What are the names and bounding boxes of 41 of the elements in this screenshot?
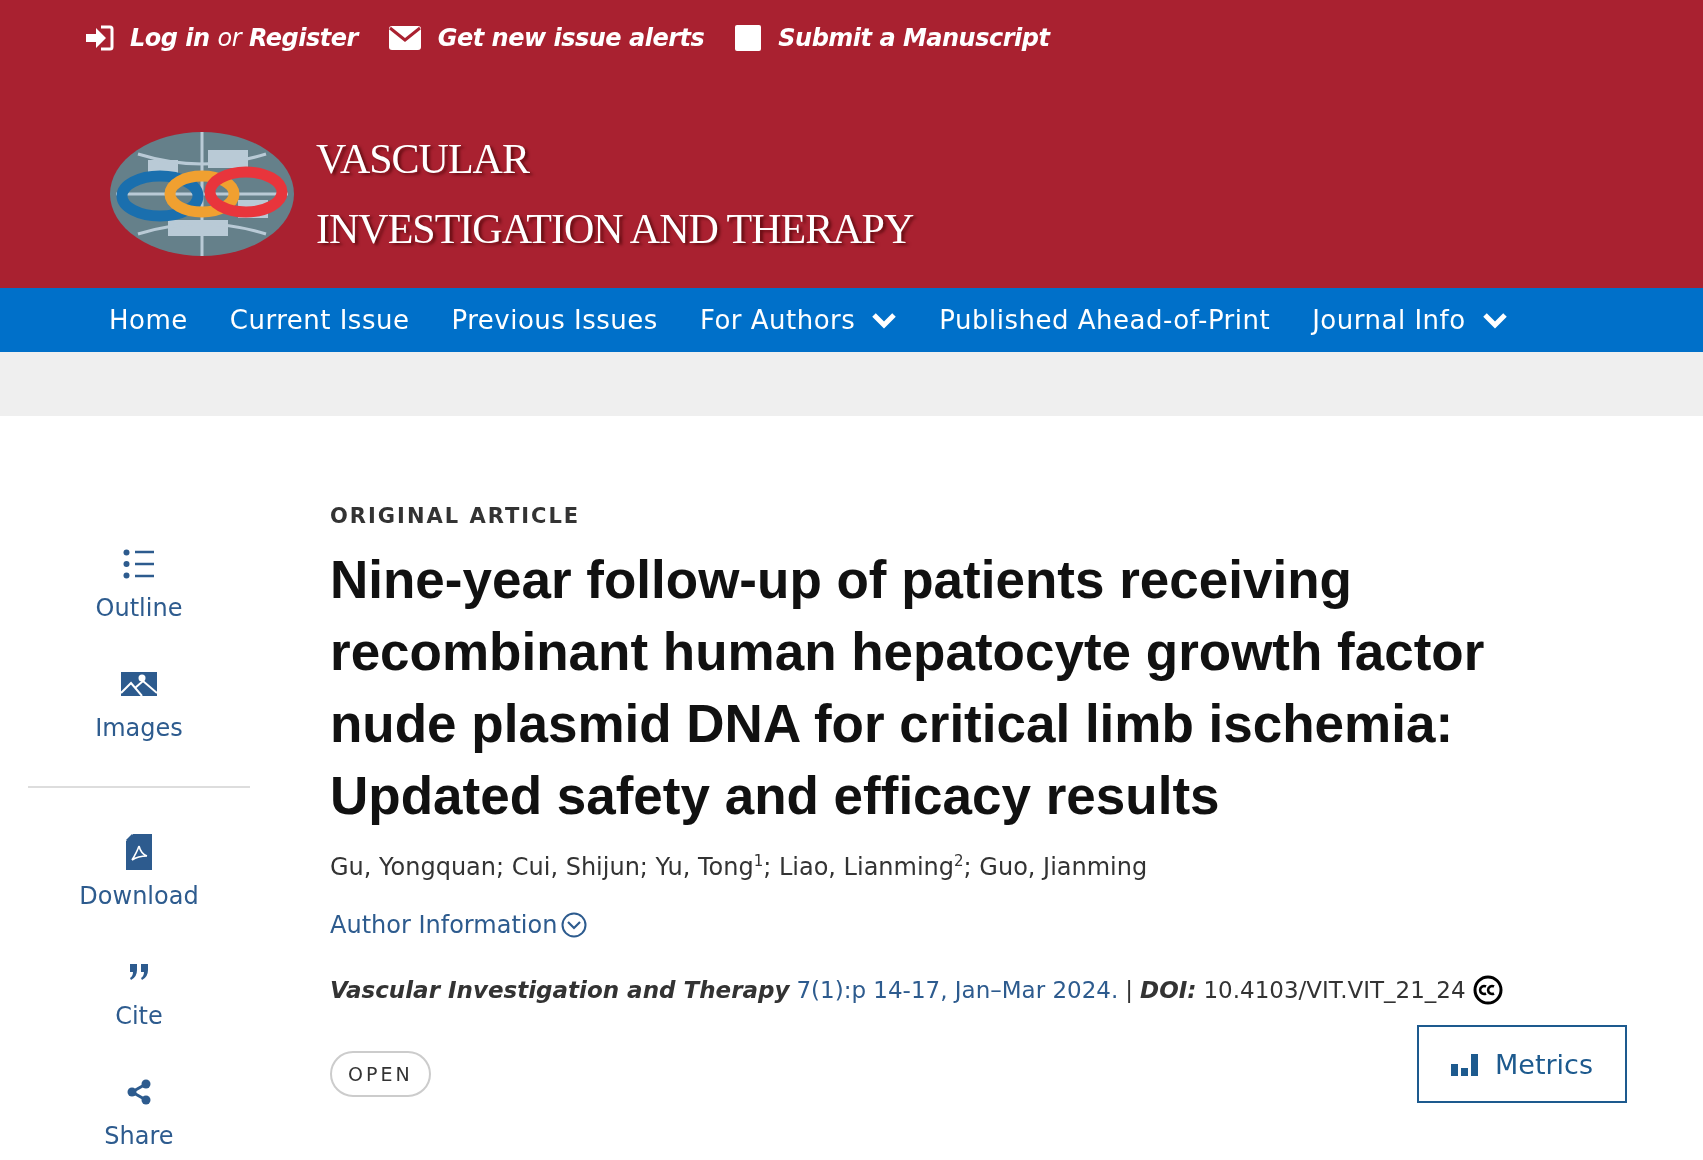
submit-manuscript-link[interactable]: Submit a Manuscript bbox=[778, 24, 1050, 52]
quote-icon bbox=[128, 964, 150, 980]
square-icon bbox=[734, 24, 763, 52]
logo-title: VASCULAR bbox=[316, 135, 531, 184]
metrics-button[interactable]: Metrics bbox=[1417, 1025, 1627, 1103]
register-link[interactable]: Register bbox=[248, 24, 358, 52]
image-icon bbox=[121, 672, 157, 696]
envelope-icon bbox=[387, 25, 422, 51]
journal-name: Vascular Investigation and Therapy bbox=[330, 977, 790, 1003]
nav-link[interactable]: For Authors bbox=[678, 288, 919, 352]
author-information-toggle[interactable]: Author Information bbox=[330, 911, 588, 939]
creative-commons-icon bbox=[1472, 975, 1503, 1005]
open-access-badge: OPEN bbox=[330, 1051, 431, 1097]
login-link[interactable]: Log in bbox=[130, 24, 210, 52]
nav-link[interactable]: Previous Issues bbox=[430, 288, 679, 352]
alerts-link[interactable]: Get new issue alerts bbox=[437, 24, 705, 52]
sidebar-cite-button[interactable]: Cite bbox=[115, 954, 163, 1030]
list-icon bbox=[123, 549, 155, 579]
globe-chain-logo-icon bbox=[108, 130, 296, 258]
issue-link[interactable]: 7(1):p 14-17, Jan–Mar 2024. bbox=[796, 977, 1119, 1003]
logo-subtitle: INVESTIGATION AND THERAPY bbox=[316, 205, 914, 254]
or-text: or bbox=[217, 24, 242, 52]
sidebar-share-button[interactable]: Share bbox=[104, 1074, 174, 1150]
nav-link[interactable]: Current Issue bbox=[208, 288, 431, 352]
sidebar-download-button[interactable]: Download bbox=[79, 834, 199, 910]
bar-chart-icon bbox=[1451, 1052, 1479, 1076]
sidebar-images-button[interactable]: Images bbox=[95, 666, 183, 742]
nav-link[interactable]: Home bbox=[88, 288, 209, 352]
separator-text: | bbox=[1125, 977, 1134, 1003]
doi-value: 10.4103/VIT.VIT_21_24 bbox=[1203, 977, 1466, 1003]
sidebar-outline-button[interactable]: Outline bbox=[95, 546, 183, 622]
pdf-file-icon bbox=[126, 834, 152, 870]
share-icon bbox=[127, 1079, 151, 1105]
article-type-label: ORIGINAL ARTICLE bbox=[330, 504, 581, 528]
chevron-circle-icon bbox=[561, 912, 588, 938]
nav-link[interactable]: Journal Info bbox=[1291, 288, 1529, 352]
nav-link[interactable]: Published Ahead-of-Print bbox=[918, 288, 1292, 352]
article-title: Nine-year follow-up of patients receiving recombinant human hepatocyte growth factor nude plasmid DNA for critical limb ischemia: Updated safety and efficacy results bbox=[330, 549, 1486, 827]
doi-label: DOI: bbox=[1140, 977, 1197, 1003]
login-icon bbox=[84, 25, 114, 51]
author-list: Gu, Yongquan; Cui, Shijun; Yu, Tong$^{1}$; Liao, Lianming$^{2}$; Guo, Jianming bbox=[330, 852, 1630, 881]
